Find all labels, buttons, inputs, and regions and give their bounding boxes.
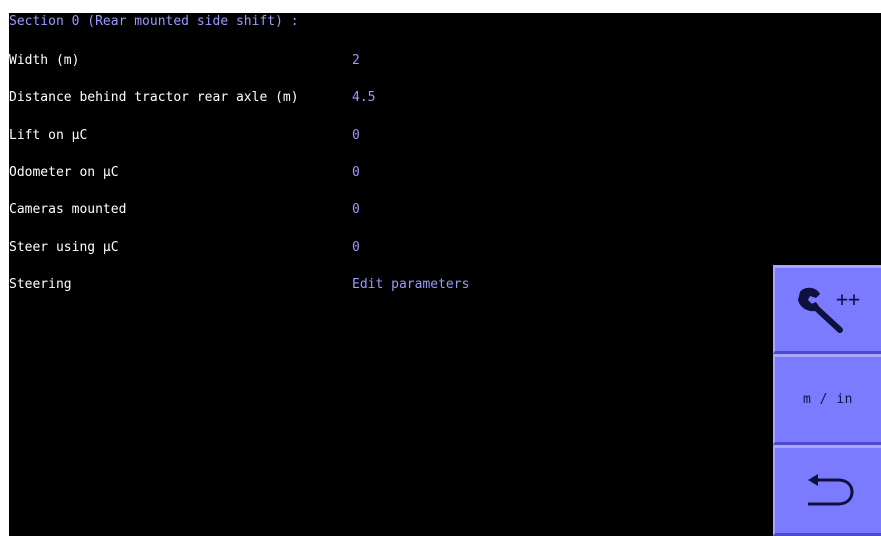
param-row-width: Width (m) 2 [9, 50, 769, 72]
param-label: Cameras mounted [9, 202, 127, 217]
param-label: Width (m) [9, 53, 80, 68]
section-title: Section 0 (Rear mounted side shift) : [9, 14, 299, 29]
param-row-steering: Steering Edit parameters [9, 274, 769, 296]
settings-panel: Section 0 (Rear mounted side shift) : Wi… [9, 13, 881, 536]
param-value[interactable]: 0 [352, 128, 360, 143]
param-value[interactable]: 0 [352, 240, 360, 255]
param-value[interactable]: 0 [352, 165, 360, 180]
param-label: Distance behind tractor rear axle (m) [9, 90, 299, 105]
param-label: Steer using µC [9, 240, 119, 255]
advanced-settings-button[interactable]: ++ [773, 265, 881, 354]
param-label: Steering [9, 277, 72, 292]
screen: Section 0 (Rear mounted side shift) : Wi… [0, 0, 881, 536]
param-label: Odometer on µC [9, 165, 119, 180]
param-row-cameras: Cameras mounted 0 [9, 199, 769, 221]
param-row-steer: Steer using µC 0 [9, 237, 769, 259]
plus-plus-text: ++ [836, 287, 860, 311]
param-value[interactable]: 0 [352, 202, 360, 217]
back-arrow-icon [808, 473, 854, 505]
units-toggle-button[interactable]: m / in [773, 354, 881, 445]
back-button[interactable] [773, 445, 881, 536]
param-row-distance: Distance behind tractor rear axle (m) 4.… [9, 87, 769, 109]
param-label: Lift on µC [9, 128, 88, 143]
edit-parameters-link[interactable]: Edit parameters [352, 277, 469, 292]
param-row-odometer: Odometer on µC 0 [9, 162, 769, 184]
param-value[interactable]: 4.5 [352, 90, 375, 105]
wrench-icon: ++ [798, 287, 860, 333]
param-row-lift: Lift on µC 0 [9, 125, 769, 147]
param-value[interactable]: 2 [352, 53, 360, 68]
units-label: m / in [803, 392, 853, 407]
